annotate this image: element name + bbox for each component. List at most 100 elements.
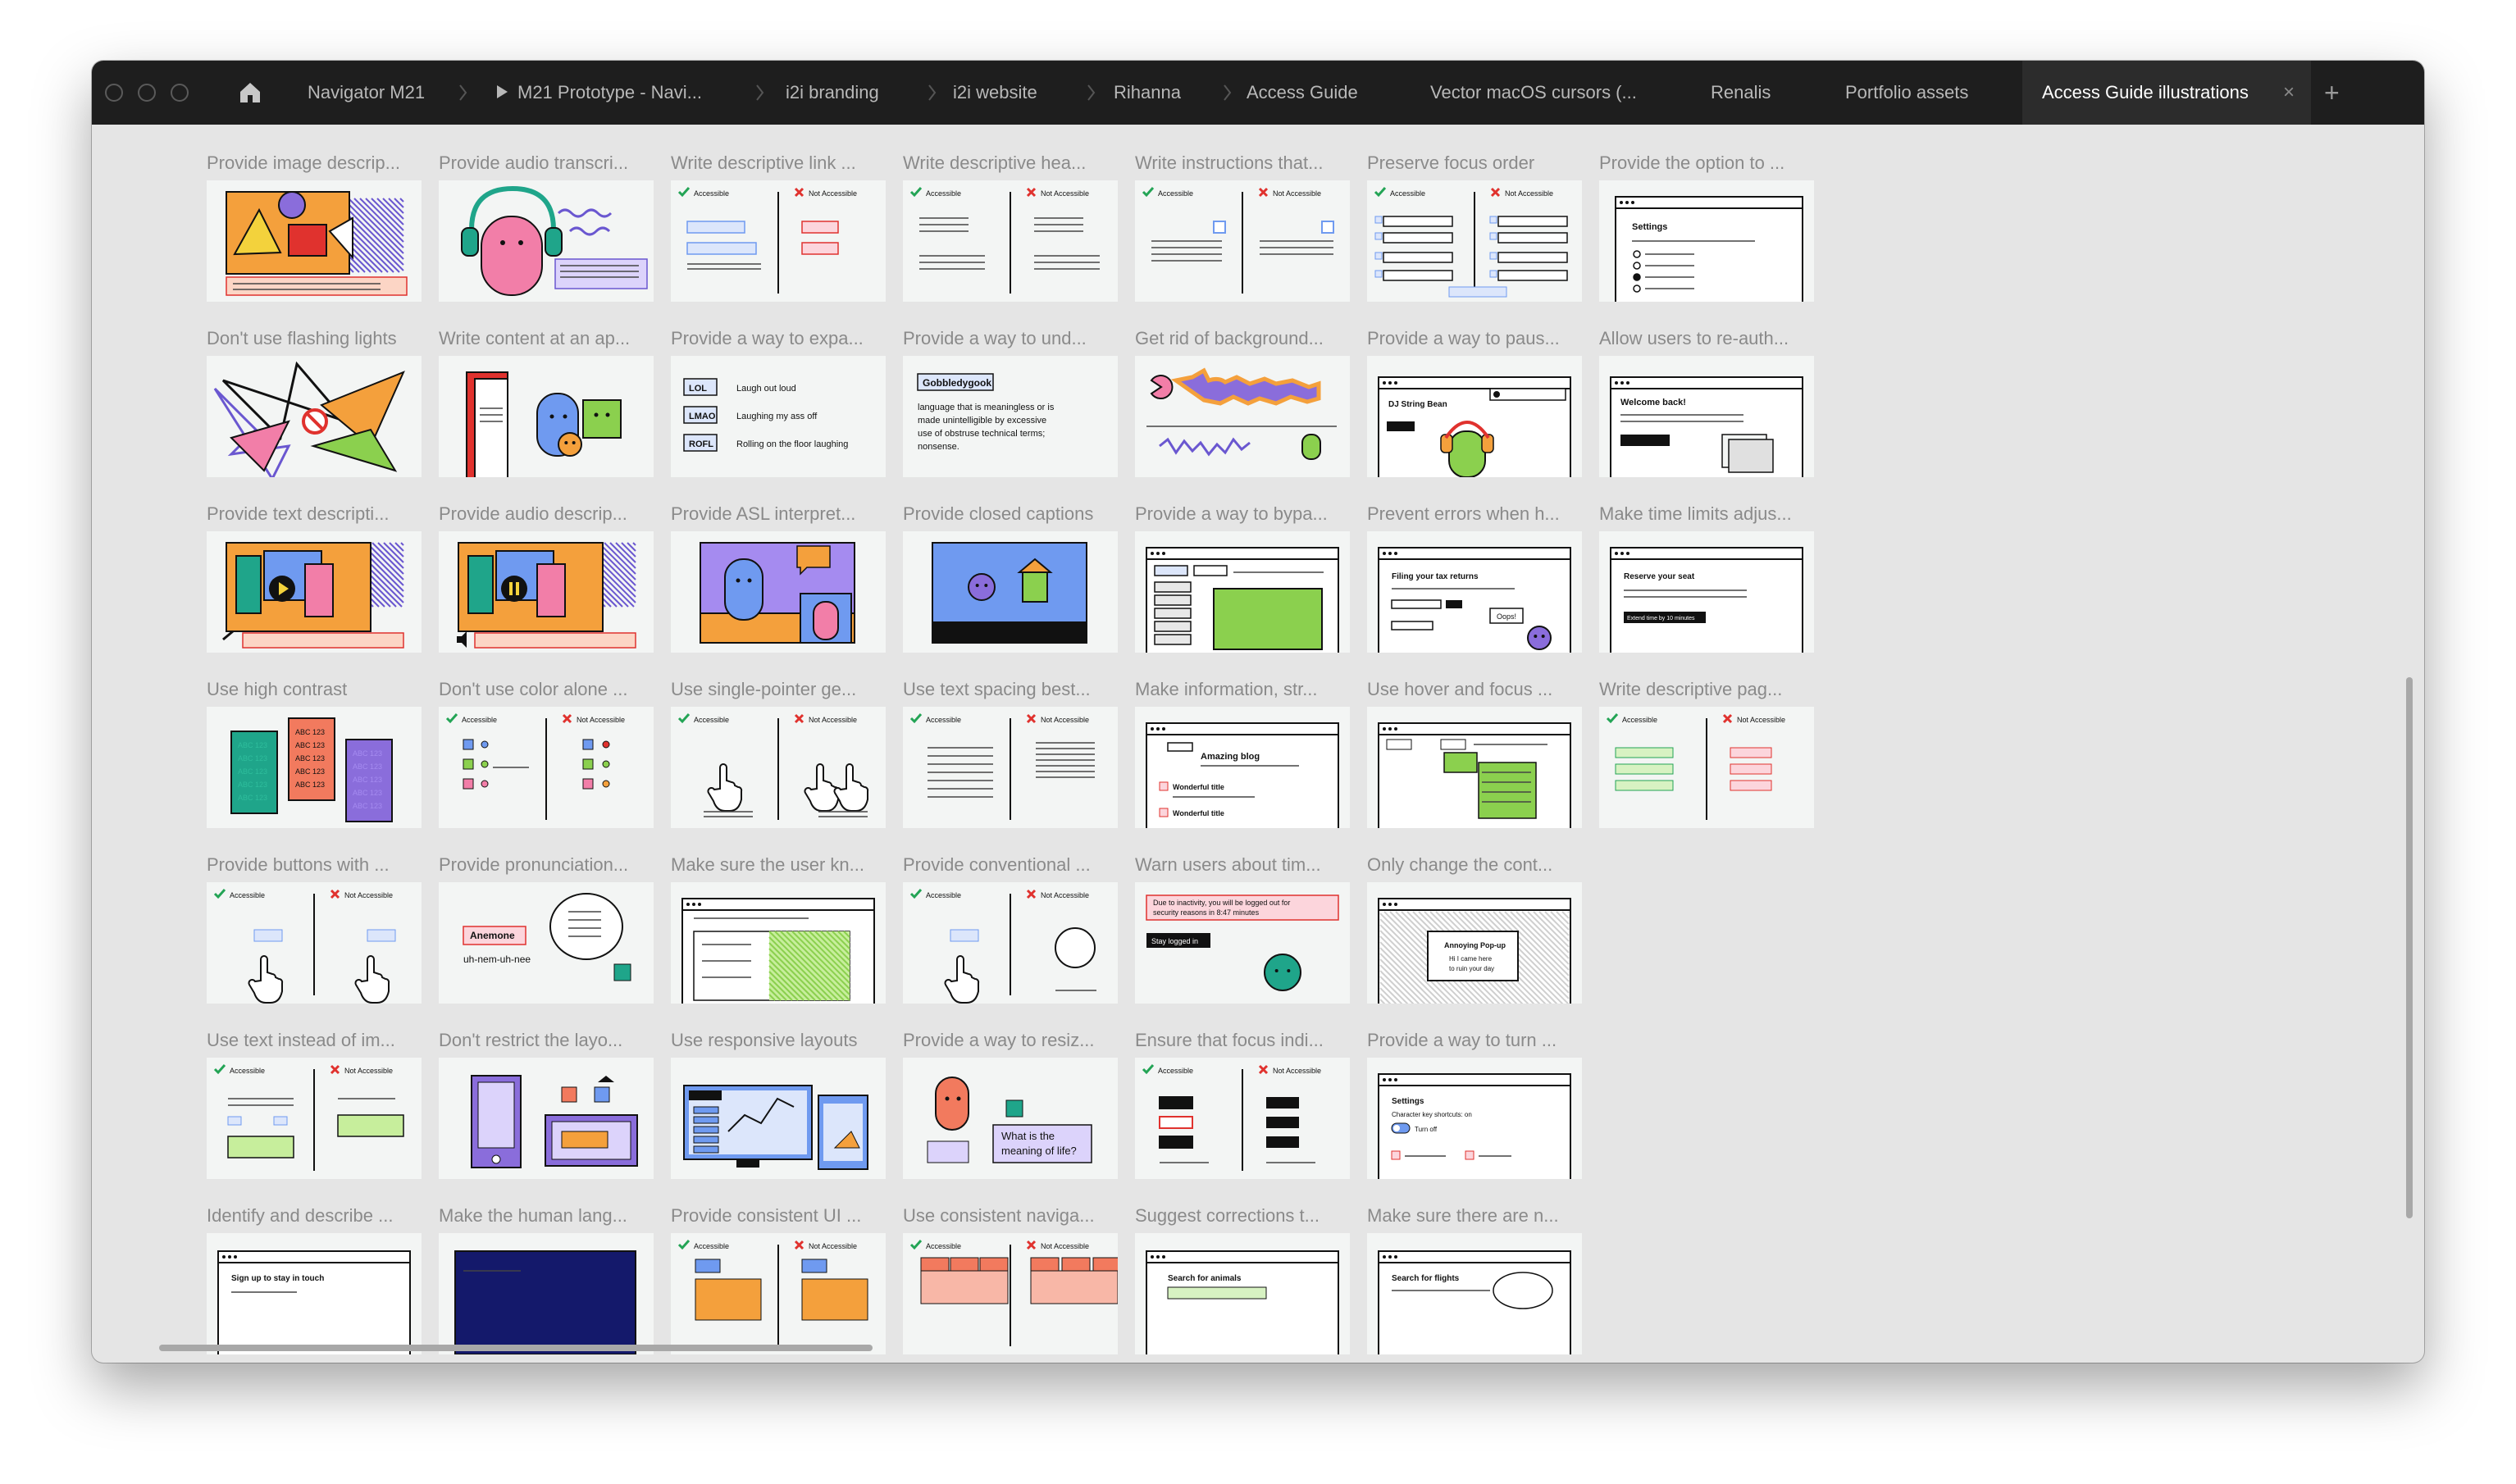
horizontal-scrollbar[interactable] (159, 1345, 873, 1351)
plus-icon[interactable]: + (2324, 61, 2340, 125)
frame-thumbnail[interactable]: LOL Laugh out loud LMAO Laughing my ass off… (671, 356, 886, 477)
frame-card[interactable]: Warn users about tim... Due to inactivity… (1135, 853, 1350, 1004)
frame-thumbnail[interactable]: Accessible Not Accessible (671, 707, 886, 828)
frame-card[interactable]: Provide audio descrip... (439, 502, 654, 653)
frame-card[interactable]: Provide a way to expa... LOL Laugh out lou… (671, 326, 886, 477)
frame-card[interactable]: Provide conventional ... Accessible Not Ac… (903, 853, 1118, 1004)
frame-card[interactable]: Write content at an ap... (439, 326, 654, 477)
frame-card[interactable]: Provide pronunciation... Anemone uh-nem-uh… (439, 853, 654, 1004)
frame-card[interactable]: Don't use color alone ... Accessible Not A… (439, 677, 654, 828)
tab-7[interactable]: Renalis (1711, 61, 1771, 125)
frame-thumbnail[interactable]: Amazing blog Wonderful title Wonderful tit… (1135, 707, 1350, 828)
frame-card[interactable]: Preserve focus order Accessible Not Access… (1367, 151, 1582, 302)
frame-thumbnail[interactable]: Accessible Not Accessible (1367, 180, 1582, 302)
frame-card[interactable]: Provide a way to paus... DJ String Bean (1367, 326, 1582, 477)
frame-card[interactable]: Provide a way to und... Gobbledygook langu… (903, 326, 1118, 477)
frame-card[interactable]: Use consistent naviga... Accessible Not Ac… (903, 1204, 1118, 1354)
frame-thumbnail[interactable] (439, 1058, 654, 1179)
frame-thumbnail[interactable]: Accessible Not Accessible (903, 180, 1118, 302)
frame-card[interactable]: Ensure that focus indi... Accessible Not A… (1135, 1028, 1350, 1179)
tab-0[interactable]: Navigator M21 (308, 61, 425, 125)
frame-card[interactable]: Provide a way to resiz... What is the mean… (903, 1028, 1118, 1179)
tab-9[interactable]: Access Guide illustrations × (2022, 61, 2311, 125)
vertical-scrollbar[interactable] (2406, 677, 2413, 1218)
frame-thumbnail[interactable]: Accessible Not Accessible (207, 1058, 422, 1179)
frame-card[interactable]: Get rid of background... (1135, 326, 1350, 477)
frame-card[interactable]: Prevent errors when h... Filing your tax … (1367, 502, 1582, 653)
frame-thumbnail[interactable]: Accessible Not Accessible (439, 707, 654, 828)
frame-thumbnail[interactable] (207, 180, 422, 302)
frame-thumbnail[interactable]: Welcome back! (1599, 356, 1814, 477)
frame-card[interactable]: Provide a way to bypa... (1135, 502, 1350, 653)
tab-4[interactable]: Rihanna (1114, 61, 1181, 125)
frame-thumbnail[interactable]: Due to inactivity, you will be logged ou… (1135, 882, 1350, 1004)
frame-thumbnail[interactable] (439, 1233, 654, 1354)
frame-thumbnail[interactable]: Accessible Not Accessible (903, 707, 1118, 828)
frame-card[interactable]: Write descriptive pag... Accessible Not Ac… (1599, 677, 1814, 828)
frame-card[interactable]: Provide the option to ... Settings (1599, 151, 1814, 302)
frame-thumbnail[interactable]: Anemone uh-nem-uh-nee (439, 882, 654, 1004)
frame-thumbnail[interactable] (439, 531, 654, 653)
frame-card[interactable]: Provide consistent UI ... Accessible Not A… (671, 1204, 886, 1354)
close-icon[interactable]: × (2283, 61, 2295, 125)
frame-thumbnail[interactable]: Accessible Not Accessible (1135, 180, 1350, 302)
frame-thumbnail[interactable]: Filing your tax returns Oops! (1367, 531, 1582, 653)
tab-1[interactable]: M21 Prototype - Navi... (497, 61, 702, 125)
frame-card[interactable]: Suggest corrections t... Search for anima… (1135, 1204, 1350, 1354)
tab-5[interactable]: Access Guide (1247, 61, 1358, 125)
frame-thumbnail[interactable]: Search for flights (1367, 1233, 1582, 1354)
frame-card[interactable]: Write descriptive hea... Accessible Not Ac… (903, 151, 1118, 302)
frame-thumbnail[interactable]: Accessible Not Accessible (903, 1233, 1118, 1354)
frame-thumbnail[interactable]: DJ String Bean (1367, 356, 1582, 477)
frame-card[interactable]: Provide a way to turn ... Settings Charact… (1367, 1028, 1582, 1179)
frame-card[interactable]: Provide closed captions (903, 502, 1118, 653)
frame-card[interactable]: Only change the cont... Annoying Pop-up Hi… (1367, 853, 1582, 1004)
frame-card[interactable]: Write descriptive link ... Accessible Not … (671, 151, 886, 302)
frame-thumbnail[interactable] (439, 356, 654, 477)
window-minimize-button[interactable] (138, 84, 156, 102)
tab-3[interactable]: i2i website (953, 61, 1037, 125)
frame-thumbnail[interactable]: Settings (1599, 180, 1814, 302)
frame-card[interactable]: Make sure there are n... Search for fligh… (1367, 1204, 1582, 1354)
frame-card[interactable]: Don't use flashing lights (207, 326, 422, 477)
frame-thumbnail[interactable] (207, 356, 422, 477)
frame-card[interactable]: Provide text descripti... (207, 502, 422, 653)
frame-thumbnail[interactable]: Annoying Pop-up Hi I came here to ruin yo… (1367, 882, 1582, 1004)
frame-thumbnail[interactable]: Gobbledygook language that is meaningless… (903, 356, 1118, 477)
frame-card[interactable]: Use text instead of im... Accessible Not A… (207, 1028, 422, 1179)
home-icon[interactable] (238, 80, 262, 105)
frame-thumbnail[interactable]: Accessible Not Accessible (903, 882, 1118, 1004)
frame-card[interactable]: Make information, str... Amazing blog Wond… (1135, 677, 1350, 828)
frame-thumbnail[interactable] (671, 531, 886, 653)
frame-thumbnail[interactable] (1367, 707, 1582, 828)
frame-card[interactable]: Provide buttons with ... Accessible Not Ac… (207, 853, 422, 1004)
frame-card[interactable]: Use single-pointer ge... Accessible Not Ac… (671, 677, 886, 828)
frame-thumbnail[interactable]: Accessible Not Accessible (671, 180, 886, 302)
tab-8[interactable]: Portfolio assets (1845, 61, 1968, 125)
frame-thumbnail[interactable] (207, 531, 422, 653)
frame-thumbnail[interactable]: ABC 123 ABC 123 ABC 123 ABC 123 ABC 123 ABC 1… (207, 707, 422, 828)
frame-thumbnail[interactable] (439, 180, 654, 302)
frame-card[interactable]: Provide audio transcri... (439, 151, 654, 302)
frame-card[interactable]: Use responsive layouts (671, 1028, 886, 1179)
frame-card[interactable]: Make time limits adjus... Reserve your se… (1599, 502, 1814, 653)
frame-thumbnail[interactable]: What is the meaning of life? (903, 1058, 1118, 1179)
frame-thumbnail[interactable] (1135, 356, 1350, 477)
frame-thumbnail[interactable]: Search for animals (1135, 1233, 1350, 1354)
frame-card[interactable]: Use hover and focus ... (1367, 677, 1582, 828)
frame-card[interactable]: Identify and describe ... Sign up to stay… (207, 1204, 422, 1354)
frame-card[interactable]: Use high contrast ABC 123 ABC 123 ABC 123 AB… (207, 677, 422, 828)
frame-card[interactable]: Make the human lang... (439, 1204, 654, 1354)
frame-card[interactable]: Provide ASL interpret... (671, 502, 886, 653)
frame-thumbnail[interactable]: Sign up to stay in touch (207, 1233, 422, 1354)
frame-card[interactable]: Allow users to re-auth... Welcome back! (1599, 326, 1814, 477)
frame-card[interactable]: Use text spacing best... Accessible Not Ac… (903, 677, 1118, 828)
tab-6[interactable]: Vector macOS cursors (... (1430, 61, 1637, 125)
frame-thumbnail[interactable]: Settings Character key shortcuts: on Turn … (1367, 1058, 1582, 1179)
frame-thumbnail[interactable]: Reserve your seat Extend time by 10 minut… (1599, 531, 1814, 653)
frame-thumbnail[interactable]: Accessible Not Accessible (207, 882, 422, 1004)
frame-thumbnail[interactable]: Accessible Not Accessible (1135, 1058, 1350, 1179)
frame-thumbnail[interactable] (671, 882, 886, 1004)
frame-thumbnail[interactable] (903, 531, 1118, 653)
window-maximize-button[interactable] (171, 84, 189, 102)
